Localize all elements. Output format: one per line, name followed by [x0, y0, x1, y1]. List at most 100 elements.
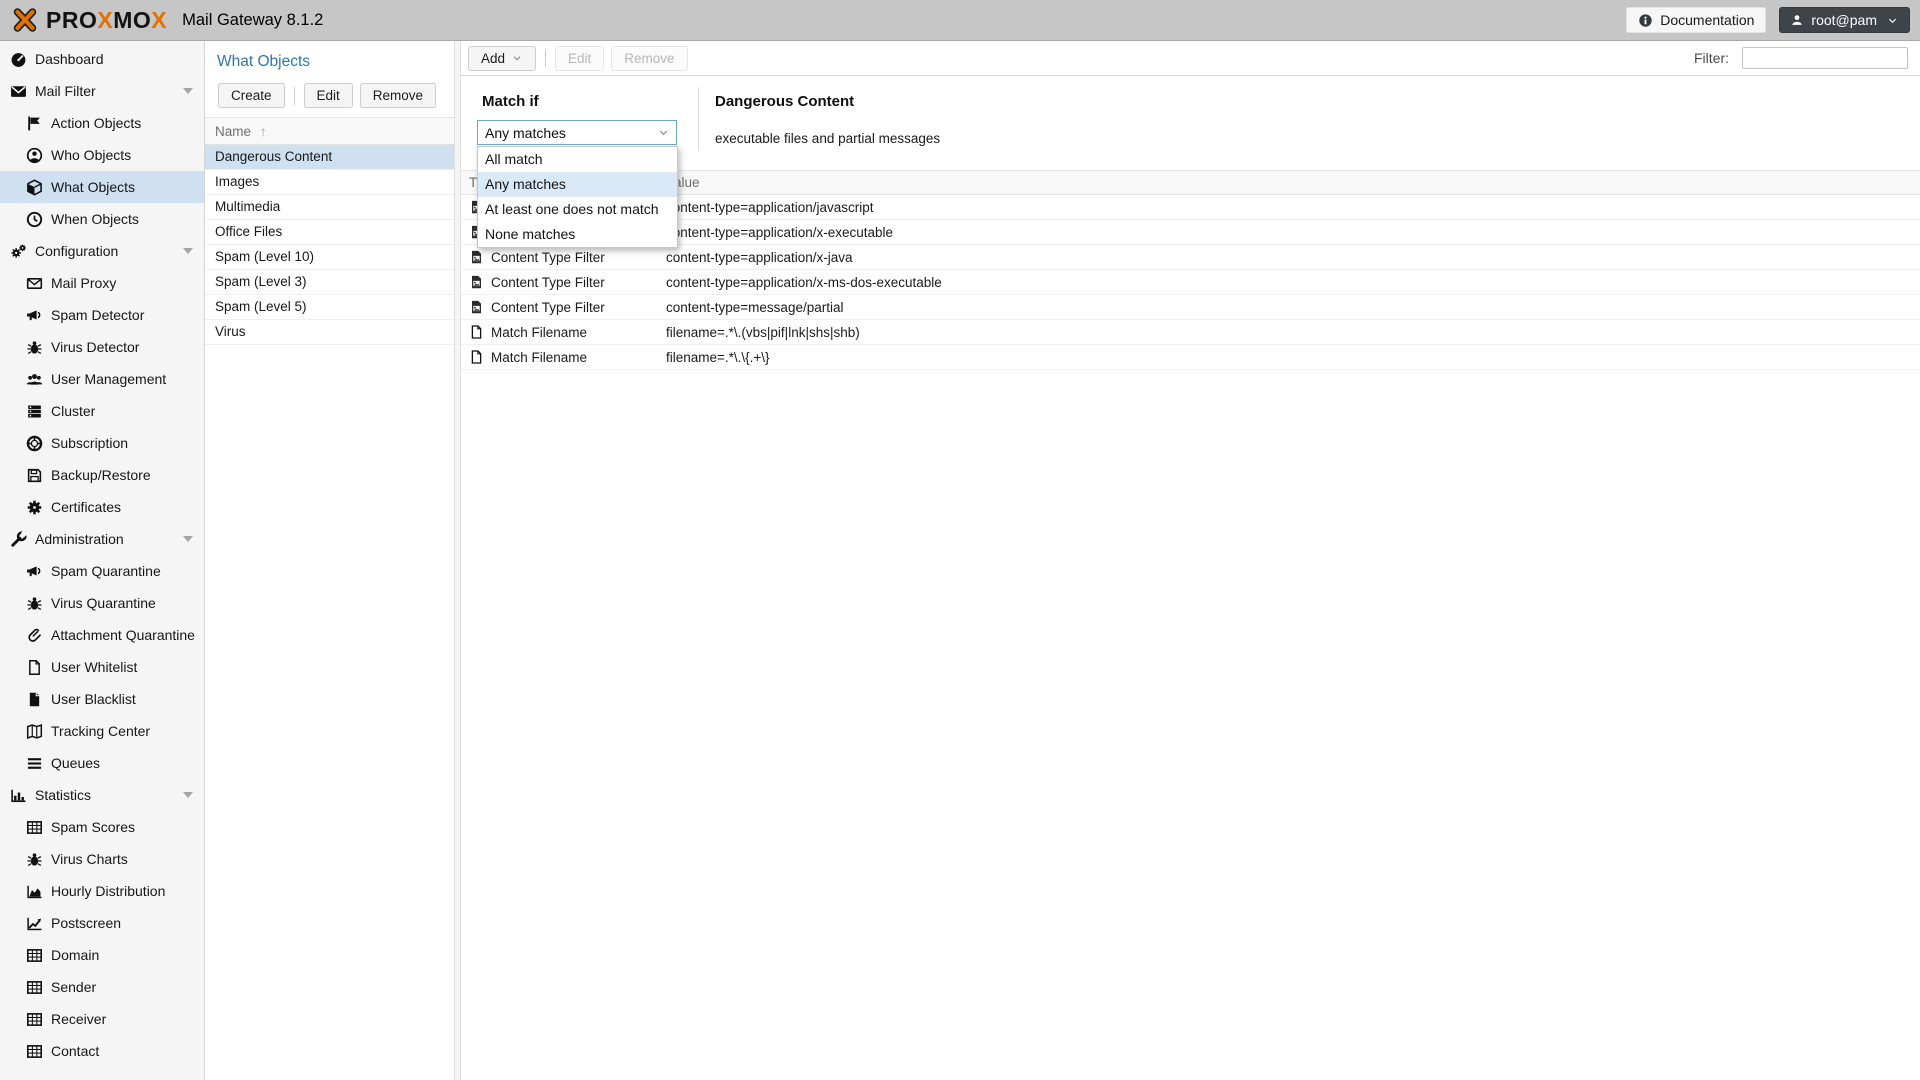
panel-splitter[interactable]	[454, 41, 461, 1080]
table-row[interactable]: Match Filenamefilename=.*\.(vbs|pif|lnk|…	[461, 320, 1920, 345]
table-row[interactable]: Content Type Filtercontent-type=applicat…	[461, 245, 1920, 270]
collapse-arrow-icon[interactable]	[183, 792, 193, 798]
list-item-dangerous-content[interactable]: Dangerous Content	[205, 145, 454, 170]
dropdown-option-all-match[interactable]: All match	[478, 147, 677, 172]
table-row[interactable]: Content Type Filtercontent-type=applicat…	[461, 220, 1920, 245]
type-cell: Content Type Filter	[461, 249, 656, 265]
table-icon	[26, 819, 43, 836]
sidebar-item-postscreen[interactable]: Postscreen	[0, 907, 204, 939]
sidebar-item-what-objects[interactable]: What Objects	[0, 171, 204, 203]
section-divider	[698, 87, 699, 150]
table-header-row: Type Value	[461, 170, 1920, 195]
collapse-arrow-icon[interactable]	[183, 88, 193, 94]
list-item-spam-level-5[interactable]: Spam (Level 5)	[205, 295, 454, 320]
sidebar-item-virus-detector[interactable]: Virus Detector	[0, 331, 204, 363]
list-item-spam-level-3[interactable]: Spam (Level 3)	[205, 270, 454, 295]
sidebar-item-subscription[interactable]: Subscription	[0, 427, 204, 459]
table-row[interactable]: Content Type Filtercontent-type=applicat…	[461, 270, 1920, 295]
sidebar-item-label: Mail Proxy	[51, 275, 116, 291]
remove-entry-button[interactable]: Remove	[611, 46, 687, 71]
remove-object-button[interactable]: Remove	[360, 83, 436, 108]
list-item-virus[interactable]: Virus	[205, 320, 454, 345]
table-row[interactable]: Content Type Filtercontent-type=message/…	[461, 295, 1920, 320]
sidebar-item-when-objects[interactable]: When Objects	[0, 203, 204, 235]
user-circle-icon	[26, 147, 43, 164]
sidebar-item-spam-quarantine[interactable]: Spam Quarantine	[0, 555, 204, 587]
area-chart-icon	[26, 883, 43, 900]
sidebar-item-virus-charts[interactable]: Virus Charts	[0, 843, 204, 875]
sidebar-item-administration[interactable]: Administration	[0, 523, 204, 555]
sidebar-item-user-management[interactable]: User Management	[0, 363, 204, 395]
sidebar-item-configuration[interactable]: Configuration	[0, 235, 204, 267]
sidebar-item-sender[interactable]: Sender	[0, 971, 204, 1003]
value-cell: content-type=application/x-java	[656, 250, 1920, 265]
sidebar-item-contact[interactable]: Contact	[0, 1035, 204, 1067]
sidebar-item-label: Domain	[51, 947, 99, 963]
edit-object-button[interactable]: Edit	[304, 83, 353, 108]
sidebar-item-who-objects[interactable]: Who Objects	[0, 139, 204, 171]
sidebar-item-virus-quarantine[interactable]: Virus Quarantine	[0, 587, 204, 619]
type-cell: Content Type Filter	[461, 299, 656, 315]
table-icon	[26, 1011, 43, 1028]
name-column-header[interactable]: Name ↑	[205, 117, 454, 145]
dropdown-option-none-matches[interactable]: None matches	[478, 222, 677, 247]
file-image-icon	[469, 249, 484, 265]
sidebar-item-statistics[interactable]: Statistics	[0, 779, 204, 811]
main-toolbar: Add Edit Remove Filter:	[461, 41, 1920, 76]
list-item-spam-level-10[interactable]: Spam (Level 10)	[205, 245, 454, 270]
sidebar-item-attachment-quarantine[interactable]: Attachment Quarantine	[0, 619, 204, 651]
add-button[interactable]: Add	[468, 46, 536, 71]
life-ring-icon	[26, 435, 43, 452]
filter-input[interactable]	[1742, 47, 1908, 69]
sidebar-item-mail-proxy[interactable]: Mail Proxy	[0, 267, 204, 299]
bullhorn-icon	[26, 563, 43, 580]
table-icon	[26, 979, 43, 996]
list-item-office-files[interactable]: Office Files	[205, 220, 454, 245]
sort-ascending-icon: ↑	[260, 124, 267, 139]
sidebar-item-dashboard[interactable]: Dashboard	[0, 43, 204, 75]
chevron-down-icon	[1886, 14, 1899, 27]
object-description: executable files and partial messages	[715, 131, 940, 146]
add-button-label: Add	[481, 51, 505, 66]
sidebar-item-action-objects[interactable]: Action Objects	[0, 107, 204, 139]
objects-list: Dangerous ContentImagesMultimediaOffice …	[205, 145, 454, 345]
file-outline-icon	[469, 324, 484, 340]
list-item-multimedia[interactable]: Multimedia	[205, 195, 454, 220]
sidebar-item-receiver[interactable]: Receiver	[0, 1003, 204, 1035]
sidebar-item-label: Subscription	[51, 435, 128, 451]
sidebar-item-domain[interactable]: Domain	[0, 939, 204, 971]
table-row[interactable]: Match Filenamefilename=.*\.\{.+\}	[461, 345, 1920, 370]
sidebar-item-user-whitelist[interactable]: User Whitelist	[0, 651, 204, 683]
sidebar-item-queues[interactable]: Queues	[0, 747, 204, 779]
edit-entry-button[interactable]: Edit	[555, 46, 604, 71]
sidebar-item-backup-restore[interactable]: Backup/Restore	[0, 459, 204, 491]
sidebar-item-spam-detector[interactable]: Spam Detector	[0, 299, 204, 331]
table-row[interactable]: Content Type Filtercontent-type=applicat…	[461, 195, 1920, 220]
documentation-button[interactable]: Documentation	[1626, 7, 1766, 33]
sidebar-item-cluster[interactable]: Cluster	[0, 395, 204, 427]
match-rules-table: Type Value Content Type Filtercontent-ty…	[461, 170, 1920, 370]
sidebar-item-label: Cluster	[51, 403, 95, 419]
collapse-arrow-icon[interactable]	[183, 536, 193, 542]
table-body: Content Type Filtercontent-type=applicat…	[461, 195, 1920, 370]
value-column-header[interactable]: Value	[656, 171, 1920, 194]
proxmox-logo-icon	[12, 7, 38, 33]
dropdown-option-any-matches[interactable]: Any matches	[478, 172, 677, 197]
sidebar-item-label: Contact	[51, 1043, 99, 1059]
create-button[interactable]: Create	[218, 83, 285, 108]
bars-icon	[26, 755, 43, 772]
sidebar-item-mail-filter[interactable]: Mail Filter	[0, 75, 204, 107]
collapse-arrow-icon[interactable]	[183, 248, 193, 254]
match-if-combobox[interactable]: Any matches	[477, 120, 677, 145]
list-item-images[interactable]: Images	[205, 170, 454, 195]
sidebar-item-hourly-distribution[interactable]: Hourly Distribution	[0, 875, 204, 907]
sidebar-item-spam-scores[interactable]: Spam Scores	[0, 811, 204, 843]
user-menu-button[interactable]: root@pam	[1779, 7, 1910, 33]
sidebar-item-user-blacklist[interactable]: User Blacklist	[0, 683, 204, 715]
sidebar-item-certificates[interactable]: Certificates	[0, 491, 204, 523]
sidebar-item-label: Attachment Quarantine	[51, 627, 195, 643]
dropdown-option-at-least-one-does-not-match[interactable]: At least one does not match	[478, 197, 677, 222]
sidebar-item-tracking-center[interactable]: Tracking Center	[0, 715, 204, 747]
objects-panel-title: What Objects	[205, 41, 454, 80]
filter-label: Filter:	[1694, 50, 1729, 66]
